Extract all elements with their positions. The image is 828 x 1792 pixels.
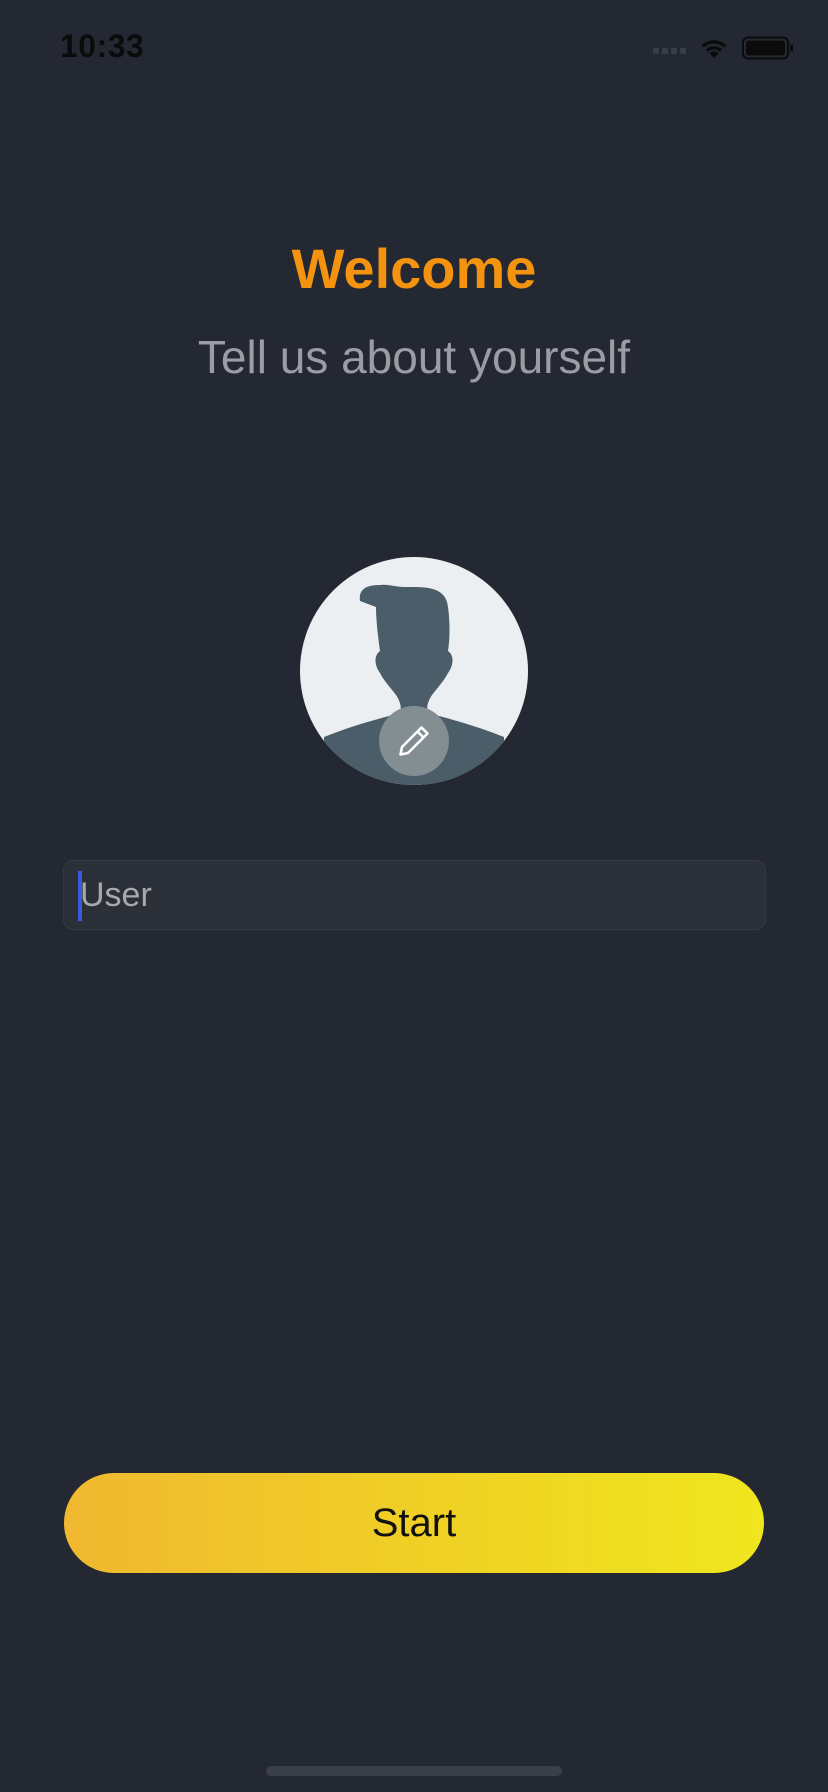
home-indicator[interactable] bbox=[266, 1766, 562, 1776]
username-field[interactable] bbox=[63, 860, 766, 930]
start-button[interactable]: Start bbox=[64, 1473, 764, 1573]
edit-avatar-button[interactable] bbox=[379, 706, 449, 776]
wifi-icon bbox=[698, 36, 730, 65]
username-input[interactable] bbox=[64, 861, 765, 929]
status-icons bbox=[653, 36, 794, 65]
text-caret bbox=[78, 871, 82, 921]
page-subtitle: Tell us about yourself bbox=[197, 331, 631, 383]
status-time: 10:33 bbox=[60, 28, 145, 64]
page-title: Welcome bbox=[291, 237, 537, 300]
status-bar: 10:33 bbox=[0, 0, 828, 100]
battery-icon bbox=[742, 36, 794, 65]
cellular-signal-icon bbox=[653, 47, 686, 54]
pencil-icon bbox=[399, 726, 429, 756]
